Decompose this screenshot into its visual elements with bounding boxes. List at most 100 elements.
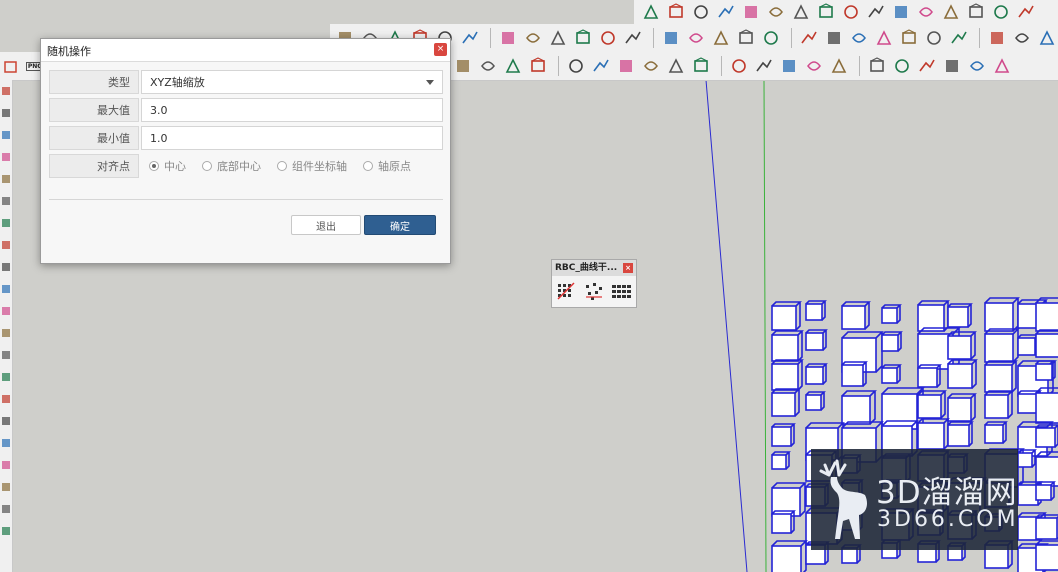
- plugin-tool-icon[interactable]: [715, 1, 737, 23]
- plugin-tool-icon[interactable]: [840, 1, 862, 23]
- edit-tool-icon[interactable]: [916, 55, 938, 77]
- edit-tool-icon[interactable]: [565, 55, 587, 77]
- scatter-array-icon[interactable]: [583, 281, 605, 301]
- draw-tool-icon[interactable]: [898, 27, 920, 49]
- left-tool-icon[interactable]: [0, 102, 12, 124]
- left-tool-icon[interactable]: [0, 498, 12, 520]
- draw-tool-icon[interactable]: [1011, 27, 1033, 49]
- draw-tool-icon[interactable]: [597, 27, 619, 49]
- dialog-titlebar[interactable]: 随机操作 ×: [41, 39, 450, 62]
- edit-tool-icon[interactable]: [828, 55, 850, 77]
- export-icon[interactable]: [0, 55, 22, 77]
- left-tool-icon[interactable]: [0, 190, 12, 212]
- cancel-button[interactable]: 退出: [291, 215, 361, 235]
- type-select[interactable]: XYZ轴缩放: [141, 70, 443, 94]
- wireframe-box: [1017, 543, 1049, 572]
- draw-tool-icon[interactable]: [873, 27, 895, 49]
- draw-tool-icon[interactable]: [986, 27, 1008, 49]
- draw-tool-icon[interactable]: [572, 27, 594, 49]
- plugin-tool-icon[interactable]: [765, 1, 787, 23]
- left-tool-icon[interactable]: [0, 344, 12, 366]
- align-radio-axis-origin[interactable]: 轴原点: [363, 158, 411, 174]
- left-tool-icon[interactable]: [0, 278, 12, 300]
- edit-tool-icon[interactable]: [941, 55, 963, 77]
- min-value-input[interactable]: 1.0: [141, 126, 443, 150]
- edit-tool-icon[interactable]: [477, 55, 499, 77]
- floating-toolbar-close-button[interactable]: ×: [623, 263, 633, 273]
- align-radio-component-axis[interactable]: 组件坐标轴: [277, 158, 347, 174]
- left-tool-icon[interactable]: [0, 300, 12, 322]
- wireframe-box: [841, 390, 877, 425]
- left-tool-icon[interactable]: [0, 388, 12, 410]
- plugin-tool-icon[interactable]: [790, 1, 812, 23]
- draw-tool-icon[interactable]: [798, 27, 820, 49]
- plugin-tool-icon[interactable]: [665, 1, 687, 23]
- left-tool-icon[interactable]: [0, 520, 12, 542]
- left-tool-icon[interactable]: [0, 212, 12, 234]
- edit-tool-icon[interactable]: [665, 55, 687, 77]
- draw-tool-icon[interactable]: [622, 27, 644, 49]
- draw-tool-icon[interactable]: [660, 27, 682, 49]
- edit-tool-icon[interactable]: [803, 55, 825, 77]
- draw-tool-icon[interactable]: [547, 27, 569, 49]
- left-tool-icon[interactable]: [0, 80, 12, 102]
- left-tool-icon[interactable]: [0, 410, 12, 432]
- ok-button[interactable]: 确定: [364, 215, 436, 235]
- edit-tool-icon[interactable]: [615, 55, 637, 77]
- draw-tool-icon[interactable]: [948, 27, 970, 49]
- align-radio-center[interactable]: 中心: [149, 158, 186, 174]
- draw-tool-icon[interactable]: [760, 27, 782, 49]
- edit-tool-icon[interactable]: [527, 55, 549, 77]
- draw-tool-icon[interactable]: [848, 27, 870, 49]
- plugin-tool-icon[interactable]: [815, 1, 837, 23]
- edit-tool-icon[interactable]: [753, 55, 775, 77]
- left-tool-icon[interactable]: [0, 322, 12, 344]
- draw-tool-icon[interactable]: [710, 27, 732, 49]
- edit-tool-icon[interactable]: [966, 55, 988, 77]
- draw-tool-icon[interactable]: [1036, 27, 1058, 49]
- edit-tool-icon[interactable]: [991, 55, 1013, 77]
- left-tool-icon[interactable]: [0, 454, 12, 476]
- plugin-tool-icon[interactable]: [890, 1, 912, 23]
- left-tool-icon[interactable]: [0, 234, 12, 256]
- edit-tool-icon[interactable]: [590, 55, 612, 77]
- edit-tool-icon[interactable]: [690, 55, 712, 77]
- plugin-tool-icon[interactable]: [965, 1, 987, 23]
- draw-tool-icon[interactable]: [497, 27, 519, 49]
- edit-tool-icon[interactable]: [640, 55, 662, 77]
- edit-tool-icon[interactable]: [866, 55, 888, 77]
- plugin-tool-icon[interactable]: [990, 1, 1012, 23]
- left-tool-icon[interactable]: [0, 256, 12, 278]
- edit-tool-icon[interactable]: [891, 55, 913, 77]
- edit-tool-icon[interactable]: [452, 55, 474, 77]
- edit-tool-icon[interactable]: [728, 55, 750, 77]
- draw-tool-icon[interactable]: [735, 27, 757, 49]
- draw-tool-icon[interactable]: [823, 27, 845, 49]
- plugin-tool-icon[interactable]: [740, 1, 762, 23]
- plugin-tool-icon[interactable]: [1015, 1, 1037, 23]
- flat-grid-icon[interactable]: [610, 281, 632, 301]
- wireframe-box: [771, 513, 792, 534]
- left-tool-icon[interactable]: [0, 476, 12, 498]
- left-tool-icon[interactable]: [0, 146, 12, 168]
- curve-grid-icon[interactable]: [556, 281, 578, 301]
- plugin-tool-icon[interactable]: [915, 1, 937, 23]
- dialog-close-button[interactable]: ×: [434, 43, 447, 56]
- plugin-tool-icon[interactable]: [940, 1, 962, 23]
- left-tool-icon[interactable]: [0, 366, 12, 388]
- edit-tool-icon[interactable]: [502, 55, 524, 77]
- plugin-tool-icon[interactable]: [865, 1, 887, 23]
- plugin-tool-icon[interactable]: [690, 1, 712, 23]
- draw-tool-icon[interactable]: [685, 27, 707, 49]
- floating-toolbar-titlebar[interactable]: RBC_曲线干... ×: [552, 260, 636, 276]
- left-tool-icon[interactable]: [0, 124, 12, 146]
- left-tool-icon[interactable]: [0, 168, 12, 190]
- left-tool-icon[interactable]: [0, 432, 12, 454]
- draw-tool-icon[interactable]: [522, 27, 544, 49]
- align-radio-bottom-center[interactable]: 底部中心: [202, 158, 261, 174]
- edit-tool-icon[interactable]: [778, 55, 800, 77]
- max-value-input[interactable]: 3.0: [141, 98, 443, 122]
- draw-tool-icon[interactable]: [459, 27, 481, 49]
- plugin-tool-icon[interactable]: [640, 1, 662, 23]
- draw-tool-icon[interactable]: [923, 27, 945, 49]
